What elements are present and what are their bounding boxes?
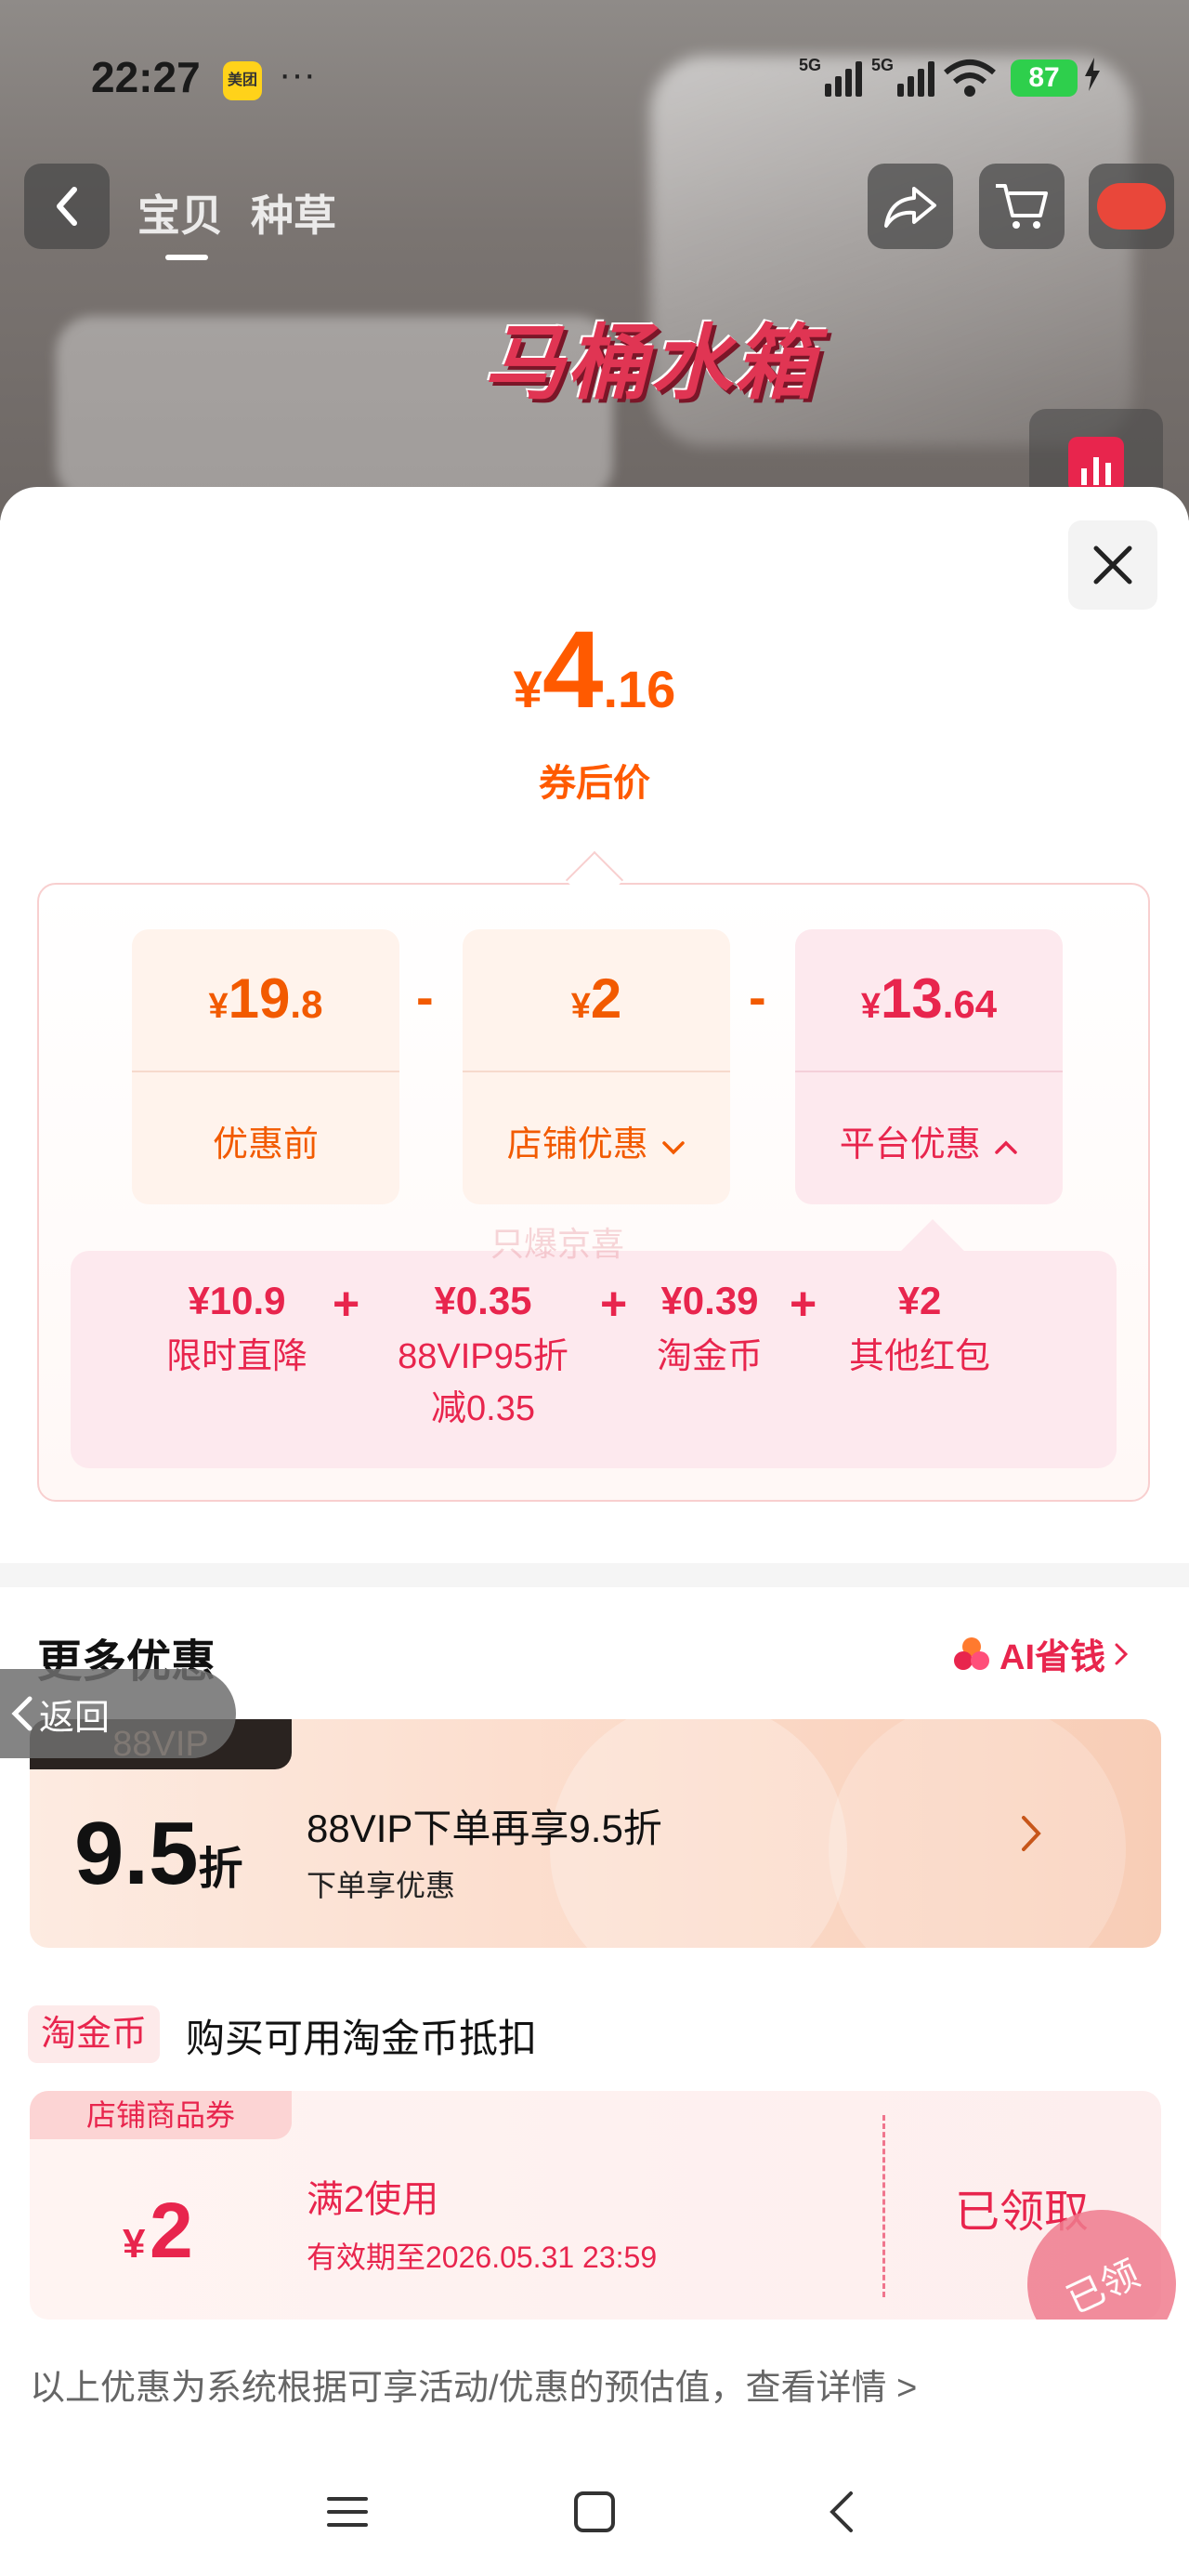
platform-discount-value: ¥13.64	[860, 967, 998, 1030]
plus-sign: +	[600, 1278, 628, 1330]
back-icon	[830, 2491, 853, 2532]
disclaimer-link[interactable]: 以上优惠为系统根据可享活动/优惠的预估值，查看详情 >	[30, 2359, 917, 2410]
plus-sign: +	[333, 1278, 360, 1330]
product-banner-title: 马桶水箱	[483, 317, 818, 409]
header-tabs: 宝贝 种草	[137, 182, 336, 260]
tab-zhongcao[interactable]: 种草	[251, 182, 336, 243]
status-bar: 22:27 美团 ··· 5G 5G 87	[0, 0, 1189, 139]
home-nav-button[interactable]	[557, 2479, 632, 2544]
chevron-up-icon	[995, 1140, 1018, 1154]
original-price-value: ¥19.8	[208, 967, 323, 1030]
section-divider	[0, 1563, 1189, 1587]
final-price: ¥4.16	[513, 609, 676, 731]
original-price-label: 优惠前	[212, 1125, 319, 1164]
back-nav-button[interactable]	[804, 2479, 879, 2544]
meituan-notification-icon: 美团	[223, 61, 262, 100]
taojinbi-description: 购买可用淘金币抵扣	[186, 2017, 538, 2060]
detail-item-coins: ¥0.39 淘金币	[656, 1279, 763, 1376]
chevron-down-icon	[662, 1141, 686, 1155]
divider	[463, 1071, 730, 1072]
detail-item-limited-drop: ¥10.9 限时直降	[165, 1279, 307, 1376]
coupon-divider	[882, 2115, 885, 2297]
shop-discount-value: ¥2	[570, 967, 622, 1030]
shop-coupon-tag: 店铺商品券	[30, 2091, 292, 2139]
88vip-discount: 9.5折	[74, 1804, 243, 1903]
original-price-box: ¥19.8 优惠前	[132, 929, 399, 1204]
88vip-offer-subtitle: 下单享优惠	[307, 1869, 456, 1902]
wifi-icon	[942, 58, 998, 109]
menu-icon	[327, 2497, 368, 2527]
88vip-offer-title: 88VIP下单再享9.5折	[307, 1807, 662, 1850]
ai-save-money-link[interactable]: AI省钱	[951, 1628, 1130, 1679]
platform-discount-box[interactable]: ¥13.64 平台优惠	[795, 929, 1063, 1204]
tab-baobei[interactable]: 宝贝	[137, 182, 223, 260]
coupon-condition: 满2使用	[307, 2179, 439, 2220]
share-icon	[884, 187, 936, 228]
status-time: 22:27	[91, 53, 201, 101]
signal-icon: 5G	[799, 56, 863, 97]
taojinbi-tag: 淘金币	[28, 2005, 161, 2063]
chevron-right-icon	[1115, 1643, 1129, 1664]
message-icon	[1097, 183, 1166, 230]
watermark: 只爆京喜	[490, 1225, 625, 1263]
final-price-label: 券后价	[539, 763, 650, 804]
battery-icon: 87	[1011, 59, 1078, 97]
signal-icon: 5G	[871, 56, 935, 97]
platform-discount-label: 平台优惠	[795, 1115, 1063, 1166]
menu-nav-button[interactable]	[310, 2479, 385, 2544]
home-icon	[574, 2491, 615, 2532]
more-notifications-icon: ···	[279, 54, 316, 95]
cart-button[interactable]	[979, 164, 1065, 249]
close-icon	[1093, 545, 1132, 585]
return-button[interactable]: 返回	[0, 1669, 236, 1758]
cart-icon	[996, 184, 1048, 229]
plus-sign: +	[790, 1278, 817, 1330]
close-button[interactable]	[1068, 520, 1157, 610]
minus-sign: -	[416, 967, 434, 1026]
detail-item-88vip: ¥0.35 88VIP95折减0.35	[398, 1279, 568, 1428]
charging-icon	[1083, 58, 1102, 99]
card-decoration	[829, 1719, 1126, 1948]
shop-discount-box[interactable]: ¥2 店铺优惠	[463, 929, 730, 1204]
ai-sparkle-icon	[954, 1636, 989, 1670]
chevron-right-icon[interactable]	[1013, 1810, 1050, 1857]
coupon-amount: ¥ 2	[123, 2187, 193, 2274]
detail-item-red-packet: ¥2 其他红包	[848, 1279, 990, 1376]
back-button[interactable]	[24, 164, 110, 249]
share-button[interactable]	[868, 164, 953, 249]
shop-discount-label: 店铺优惠	[463, 1115, 730, 1166]
chevron-left-icon	[11, 1696, 33, 1731]
more-button[interactable]	[1089, 164, 1174, 249]
coupon-expiry: 有效期至2026.05.31 23:59	[307, 2241, 658, 2274]
minus-sign: -	[749, 967, 766, 1026]
chevron-left-icon	[57, 187, 77, 226]
divider	[795, 1071, 1063, 1072]
divider	[132, 1071, 399, 1072]
